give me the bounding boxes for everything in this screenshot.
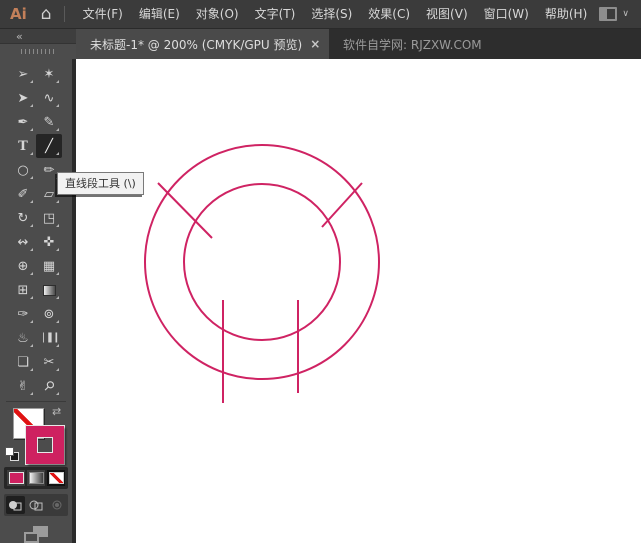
- artboard-canvas[interactable]: [76, 59, 641, 543]
- gradient-button[interactable]: [27, 469, 45, 486]
- topbar-separator: [63, 6, 65, 22]
- document-tab-bar: 未标题-1* @ 200% (CMYK/GPU 预览) × 软件自学网: RJZ…: [76, 29, 641, 59]
- ellipse-tool[interactable]: ○: [10, 158, 36, 182]
- tool-dock-header: «: [0, 29, 76, 59]
- workspace-switcher-button[interactable]: ∨: [595, 5, 633, 23]
- main-area: ➢✶➤∿✒✎T╱○✏✐▱↻◳↭✜⊕▦⊞■✑⊚♨❘❚❙❏✂✌⚲ ⇄: [0, 59, 641, 543]
- puppet-warp-tool[interactable]: ✜: [36, 230, 62, 254]
- illustrator-logo: Ai: [10, 5, 27, 23]
- gradient-swatch-icon: [28, 471, 44, 484]
- draw-behind-icon: [29, 500, 43, 511]
- draw-inside-icon: [52, 500, 62, 510]
- draw-inside-button[interactable]: [47, 496, 66, 514]
- swap-fill-stroke-icon[interactable]: ⇄: [52, 405, 61, 418]
- rotate-tool[interactable]: ↻: [10, 206, 36, 230]
- draw-normal-icon: [9, 500, 22, 511]
- artboard-tool[interactable]: ❏: [10, 350, 36, 374]
- menu-file[interactable]: 文件(F): [75, 0, 131, 29]
- shape-builder-tool[interactable]: ⊕: [10, 254, 36, 278]
- direct-selection-tool[interactable]: ➤: [10, 86, 36, 110]
- none-swatch-icon: [48, 471, 64, 484]
- tab-row: « 未标题-1* @ 200% (CMYK/GPU 预览) × 软件自学网: R…: [0, 29, 641, 59]
- watermark-text: 软件自学网: RJZXW.COM: [343, 37, 482, 52]
- perspective-grid-tool[interactable]: ▦: [36, 254, 62, 278]
- application-bar: Ai ⌂ 文件(F) 编辑(E) 对象(O) 文字(T) 选择(S) 效果(C) 视图(V)…: [0, 0, 641, 29]
- pen-tool[interactable]: ✒: [10, 110, 36, 134]
- gradient-tool[interactable]: ■: [36, 278, 62, 302]
- stroke-swatch[interactable]: [26, 426, 64, 464]
- shaper-tool[interactable]: ✐: [10, 182, 36, 206]
- blend-tool[interactable]: ⊚: [36, 302, 62, 326]
- zoom-tool[interactable]: ⚲: [36, 374, 62, 398]
- grip-dots-icon: [21, 49, 55, 54]
- curvature-tool[interactable]: ✎: [36, 110, 62, 134]
- menu-bar: 文件(F) 编辑(E) 对象(O) 文字(T) 选择(S) 效果(C) 视图(V) 窗口(W)…: [75, 0, 596, 29]
- draw-normal-button[interactable]: [6, 495, 25, 514]
- eyedropper-tool[interactable]: ✑: [10, 302, 36, 326]
- drawing-mode-buttons: [4, 493, 68, 516]
- document-tab[interactable]: 未标题-1* @ 200% (CMYK/GPU 预览) ×: [76, 29, 329, 59]
- menu-help[interactable]: 帮助(H): [537, 0, 595, 29]
- artwork-svg: [144, 144, 380, 403]
- color-swatch-icon: [8, 471, 24, 484]
- mesh-tool[interactable]: ⊞: [10, 278, 36, 302]
- scale-tool[interactable]: ◳: [36, 206, 62, 230]
- change-screen-mode-button[interactable]: [24, 525, 48, 543]
- menu-window[interactable]: 窗口(W): [476, 0, 537, 29]
- width-tool[interactable]: ↭: [10, 230, 36, 254]
- menu-select[interactable]: 选择(S): [303, 0, 360, 29]
- hand-tool[interactable]: ✌: [10, 374, 36, 398]
- none-button[interactable]: [47, 469, 65, 486]
- color-button[interactable]: [7, 469, 25, 486]
- symbol-sprayer-tool[interactable]: ♨: [10, 326, 36, 350]
- menu-object[interactable]: 对象(O): [188, 0, 247, 29]
- default-fill-stroke-icon[interactable]: [5, 447, 21, 463]
- magic-wand-tool[interactable]: ✶: [36, 62, 62, 86]
- menu-view[interactable]: 视图(V): [418, 0, 476, 29]
- draw-behind-button[interactable]: [27, 496, 46, 514]
- dock-collapse-bar: «: [0, 29, 76, 44]
- tool-tooltip: 直线段工具 (\): [57, 172, 144, 195]
- tools-panel: ➢✶➤∿✒✎T╱○✏✐▱↻◳↭✜⊕▦⊞■✑⊚♨❘❚❙❏✂✌⚲ ⇄: [0, 59, 76, 543]
- type-tool[interactable]: T: [10, 134, 36, 158]
- chevron-down-icon: ∨: [622, 9, 629, 19]
- menu-effect[interactable]: 效果(C): [360, 0, 418, 29]
- slice-tool[interactable]: ✂: [36, 350, 62, 374]
- workspace-grid-icon: [599, 7, 618, 21]
- color-gradient-none-strip: [4, 466, 68, 489]
- column-graph-tool[interactable]: ❘❚❙: [36, 326, 62, 350]
- line-segment-tool[interactable]: ╱: [36, 134, 62, 158]
- home-icon[interactable]: ⌂: [41, 5, 52, 23]
- fill-stroke-controls: ⇄: [0, 404, 72, 464]
- document-tab-title: 未标题-1* @ 200% (CMYK/GPU 预览): [90, 37, 303, 52]
- panel-divider: [6, 401, 66, 402]
- lasso-tool[interactable]: ∿: [36, 86, 62, 110]
- selection-tool[interactable]: ➢: [10, 62, 36, 86]
- tool-grid: ➢✶➤∿✒✎T╱○✏✐▱↻◳↭✜⊕▦⊞■✑⊚♨❘❚❙❏✂✌⚲: [0, 62, 72, 398]
- menu-type[interactable]: 文字(T): [247, 0, 304, 29]
- illustrator-window: Ai ⌂ 文件(F) 编辑(E) 对象(O) 文字(T) 选择(S) 效果(C) 视图(V)…: [0, 0, 641, 543]
- collapse-panel-icon[interactable]: «: [16, 31, 23, 42]
- menu-edit[interactable]: 编辑(E): [131, 0, 188, 29]
- close-tab-icon[interactable]: ×: [310, 37, 320, 51]
- panel-grip[interactable]: [0, 44, 76, 59]
